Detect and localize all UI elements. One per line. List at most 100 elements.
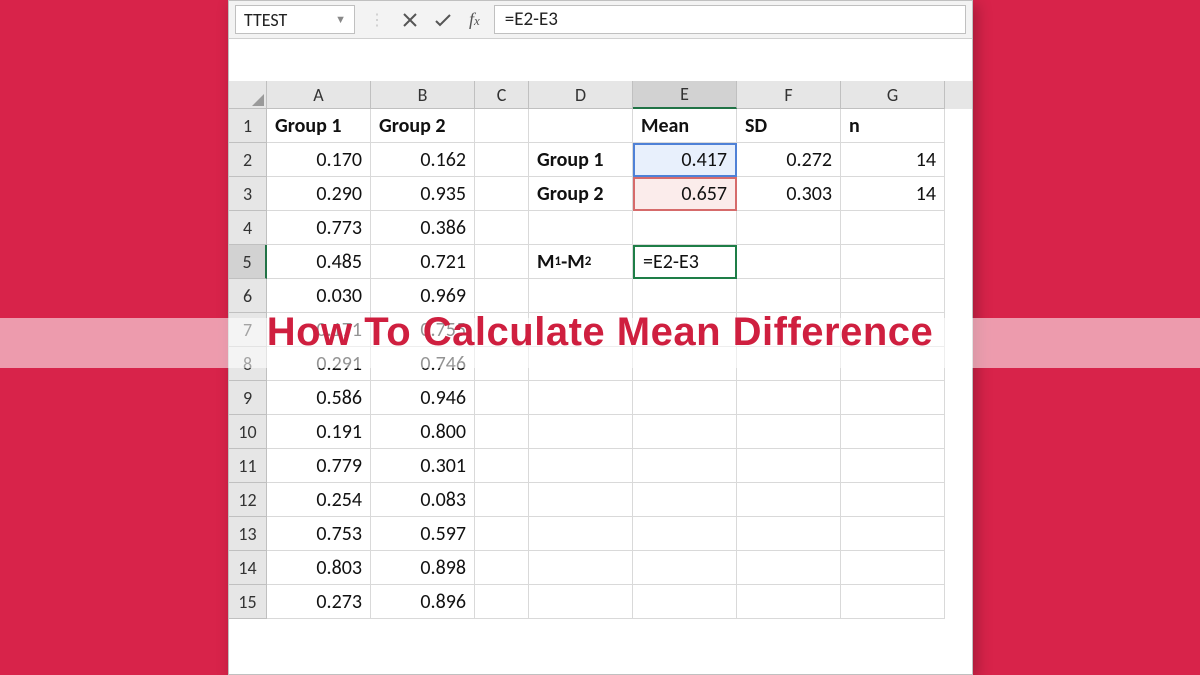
col-header-E[interactable]: E [633,81,737,109]
cell-C5[interactable] [475,245,529,279]
cell-B10[interactable]: 0.800 [371,415,475,449]
cell-C8[interactable] [475,347,529,381]
col-header-G[interactable]: G [841,81,945,109]
cell-E13[interactable] [633,517,737,551]
cell-C10[interactable] [475,415,529,449]
col-header-F[interactable]: F [737,81,841,109]
spreadsheet-grid[interactable]: A B C D E F G 1 Group 1 Group 2 Mean SD … [229,39,972,674]
cell-E8[interactable] [633,347,737,381]
row-header[interactable]: 4 [229,211,267,245]
cell-B15[interactable]: 0.896 [371,585,475,619]
cell-C9[interactable] [475,381,529,415]
cell-C3[interactable] [475,177,529,211]
cell-D13[interactable] [529,517,633,551]
row-header[interactable]: 10 [229,415,267,449]
cell-A2[interactable]: 0.170 [267,143,371,177]
cell-B5[interactable]: 0.721 [371,245,475,279]
cell-A14[interactable]: 0.803 [267,551,371,585]
cell-G15[interactable] [841,585,945,619]
name-box[interactable]: TTEST ▼ [235,5,355,34]
cell-C6[interactable] [475,279,529,313]
cell-A11[interactable]: 0.779 [267,449,371,483]
cell-F15[interactable] [737,585,841,619]
cell-B6[interactable]: 0.969 [371,279,475,313]
cell-D1[interactable] [529,109,633,143]
cell-A8[interactable]: 0.291 [267,347,371,381]
name-box-dropdown-icon[interactable]: ▼ [335,13,346,26]
cell-F11[interactable] [737,449,841,483]
row-header[interactable]: 15 [229,585,267,619]
row-header[interactable]: 6 [229,279,267,313]
col-header-B[interactable]: B [371,81,475,109]
cell-B3[interactable]: 0.935 [371,177,475,211]
cell-G4[interactable] [841,211,945,245]
cell-G10[interactable] [841,415,945,449]
cell-A15[interactable]: 0.273 [267,585,371,619]
cell-D3[interactable]: Group 2 [529,177,633,211]
cell-G5[interactable] [841,245,945,279]
cell-C12[interactable] [475,483,529,517]
cell-F7[interactable] [737,313,841,347]
row-header[interactable]: 12 [229,483,267,517]
row-header[interactable]: 13 [229,517,267,551]
cell-E6[interactable] [633,279,737,313]
cell-C7[interactable] [475,313,529,347]
formula-input[interactable]: =E2-E3 [494,5,966,34]
cell-E7[interactable] [633,313,737,347]
cell-D10[interactable] [529,415,633,449]
cell-F6[interactable] [737,279,841,313]
col-header-D[interactable]: D [529,81,633,109]
cell-C13[interactable] [475,517,529,551]
enter-icon[interactable] [435,13,451,27]
cell-F14[interactable] [737,551,841,585]
cell-D14[interactable] [529,551,633,585]
cell-G7[interactable] [841,313,945,347]
cell-B2[interactable]: 0.162 [371,143,475,177]
cell-D11[interactable] [529,449,633,483]
cell-B1[interactable]: Group 2 [371,109,475,143]
cell-A3[interactable]: 0.290 [267,177,371,211]
cell-E2[interactable]: 0.417 [633,143,737,177]
cell-D2[interactable]: Group 1 [529,143,633,177]
cell-C4[interactable] [475,211,529,245]
cell-C15[interactable] [475,585,529,619]
cell-B14[interactable]: 0.898 [371,551,475,585]
cell-C11[interactable] [475,449,529,483]
cancel-icon[interactable] [403,13,417,27]
cell-D12[interactable] [529,483,633,517]
cell-D7[interactable] [529,313,633,347]
cell-E1[interactable]: Mean [633,109,737,143]
col-header-C[interactable]: C [475,81,529,109]
cell-D5[interactable]: M1-M2 [529,245,633,279]
cell-C14[interactable] [475,551,529,585]
cell-A5[interactable]: 0.485 [267,245,371,279]
cell-G11[interactable] [841,449,945,483]
cell-G13[interactable] [841,517,945,551]
cell-E15[interactable] [633,585,737,619]
cell-E14[interactable] [633,551,737,585]
cell-B7[interactable]: 0.755 [371,313,475,347]
cell-E3[interactable]: 0.657 [633,177,737,211]
fx-icon[interactable]: fx [469,9,480,30]
cell-F5[interactable] [737,245,841,279]
cell-A13[interactable]: 0.753 [267,517,371,551]
cell-F9[interactable] [737,381,841,415]
cell-A7[interactable]: 0.171 [267,313,371,347]
cell-B9[interactable]: 0.946 [371,381,475,415]
row-header[interactable]: 14 [229,551,267,585]
cell-C2[interactable] [475,143,529,177]
cell-E12[interactable] [633,483,737,517]
cell-D8[interactable] [529,347,633,381]
cell-D15[interactable] [529,585,633,619]
cell-A6[interactable]: 0.030 [267,279,371,313]
cell-B13[interactable]: 0.597 [371,517,475,551]
cell-F2[interactable]: 0.272 [737,143,841,177]
select-all-corner[interactable] [229,81,267,109]
cell-G2[interactable]: 14 [841,143,945,177]
cell-F12[interactable] [737,483,841,517]
cell-A12[interactable]: 0.254 [267,483,371,517]
cell-A9[interactable]: 0.586 [267,381,371,415]
row-header[interactable]: 5 [229,245,267,279]
cell-G12[interactable] [841,483,945,517]
row-header[interactable]: 9 [229,381,267,415]
